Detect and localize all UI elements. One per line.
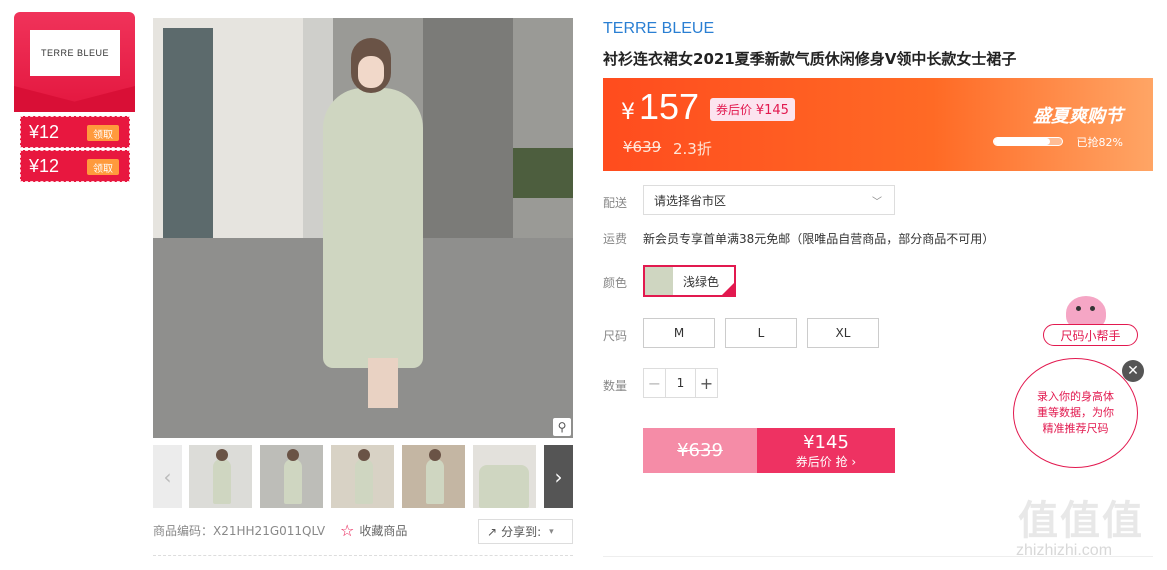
brand-card[interactable]: TERRE BLEUE [14, 12, 135, 112]
grabbed-text: 已抢82% [1076, 136, 1123, 149]
buy-action-label: 券后价 抢 › [795, 454, 857, 469]
delivery-label: 配送 [603, 196, 628, 210]
shipping-label: 运费 [603, 232, 628, 246]
model-face [358, 56, 384, 88]
buy-price: ¥145 [803, 431, 849, 453]
image-background [423, 18, 513, 258]
thumbnail-head [429, 449, 441, 461]
favorite-button[interactable]: ☆ 收藏商品 [340, 521, 407, 540]
share-icon: ↗ [487, 524, 498, 539]
watermark-logo: 值值值 [1018, 498, 1144, 544]
price-value: 157 [639, 86, 700, 127]
product-sku: 商品编码： X21HH21G011QLV [153, 522, 325, 539]
coupon-amount: ¥12 [29, 155, 60, 176]
product-main-image[interactable]: ⚲ [153, 18, 573, 438]
size-helper-button[interactable]: 尺码小帮手 [1043, 324, 1138, 346]
shipping-info: 新会员专享首单满38元免邮（限唯品自营商品，部分商品不可用） [643, 232, 995, 246]
zoom-icon[interactable]: ⚲ [553, 418, 571, 436]
brand-link[interactable]: TERRE BLEUE [603, 20, 714, 38]
watermark-url: zhizhizhi.com [1016, 542, 1113, 559]
coupon-amount: ¥12 [29, 121, 60, 142]
close-icon[interactable]: ✕ [1122, 360, 1144, 382]
product-title: 衬衫连衣裙女2021夏季新款气质休闲修身V领中长款女士裙子 [603, 50, 1017, 68]
image-background [163, 28, 213, 268]
image-background [513, 148, 573, 198]
star-icon: ☆ [340, 521, 355, 540]
discount-rate: 2.3折 [673, 140, 712, 158]
thumbnail-strip: ‹ › [153, 445, 573, 508]
currency-symbol: ¥ [621, 100, 635, 125]
sku-label: 商品编码： [153, 524, 214, 538]
color-label: 颜色 [603, 276, 628, 290]
sku-value: X21HH21G011QLV [213, 523, 326, 538]
quantity-minus-button[interactable]: − [644, 369, 666, 397]
thumbnail-next-button[interactable]: › [544, 445, 573, 508]
price-banner: ¥ 157 券后价 ¥145 ¥639 2.3折 盛夏爽购节 已抢82% [603, 78, 1153, 171]
coupon[interactable]: ¥12 领取 [20, 116, 130, 148]
brand-logo: TERRE BLEUE [30, 30, 120, 76]
quantity-plus-button[interactable]: + [695, 369, 717, 397]
brand-card-decoration [14, 86, 135, 112]
thumbnail-dress [284, 459, 302, 504]
divider [153, 555, 573, 556]
color-swatch [645, 267, 673, 295]
thumbnail-dress [479, 465, 529, 508]
buy-coupon-price[interactable]: ¥145 券后价 抢 › [757, 428, 895, 473]
size-label: 尺码 [603, 329, 628, 343]
selected-check-icon [721, 282, 735, 296]
coupon[interactable]: ¥12 领取 [20, 150, 130, 182]
thumbnail[interactable] [260, 445, 323, 508]
color-option-label: 浅绿色 [683, 274, 720, 289]
buy-original-price: ¥639 [643, 428, 757, 473]
quantity-input[interactable]: 1 [666, 369, 695, 397]
model-dress [323, 88, 423, 368]
thumbnail[interactable] [331, 445, 394, 508]
share-label: 分享到: [501, 525, 542, 539]
share-dropdown[interactable]: ↗ 分享到: ▾ [478, 519, 573, 544]
after-coupon-price: ¥145 [755, 103, 789, 118]
size-helper-bubble[interactable]: 录入你的身高体重等数据，为你精准推荐尺码 [1013, 358, 1138, 468]
quantity-label: 数量 [603, 379, 628, 393]
grab-progress-bar [993, 137, 1063, 146]
region-select-value: 请选择省市区 [654, 193, 727, 208]
coupon-claim-button[interactable]: 领取 [87, 159, 119, 175]
color-option-light-green[interactable]: 浅绿色 [643, 265, 736, 297]
thumbnail-dress [355, 459, 373, 504]
thumbnail[interactable] [473, 445, 536, 508]
chevron-down-icon: ▾ [549, 526, 554, 537]
current-price: ¥ 157 [621, 86, 699, 128]
coupon-claim-button[interactable]: 领取 [87, 125, 119, 141]
buy-button[interactable]: ¥639 ¥145 券后价 抢 › [643, 428, 895, 473]
thumbnail-prev-button[interactable]: ‹ [153, 445, 182, 508]
after-coupon-label: 券后价 [716, 103, 753, 117]
original-price: ¥639 [623, 138, 662, 156]
size-option-m[interactable]: M [643, 318, 715, 348]
size-option-xl[interactable]: XL [807, 318, 879, 348]
grab-progress-fill [994, 138, 1050, 145]
festival-title: 盛夏爽购节 [1033, 106, 1123, 127]
chevron-down-icon: ﹀ [872, 196, 882, 208]
thumbnail[interactable] [402, 445, 465, 508]
size-option-l[interactable]: L [725, 318, 797, 348]
model-legs [368, 358, 398, 408]
favorite-label: 收藏商品 [359, 524, 408, 538]
thumbnail-dress [426, 459, 444, 504]
thumbnail-head [216, 449, 228, 461]
thumbnail-dress [213, 459, 231, 504]
after-coupon-badge: 券后价 ¥145 [710, 98, 795, 121]
thumbnail-head [358, 449, 370, 461]
quantity-stepper: − 1 + [643, 368, 718, 398]
region-select[interactable]: 请选择省市区 ﹀ [643, 185, 895, 215]
thumbnail[interactable] [189, 445, 252, 508]
thumbnail-head [287, 449, 299, 461]
